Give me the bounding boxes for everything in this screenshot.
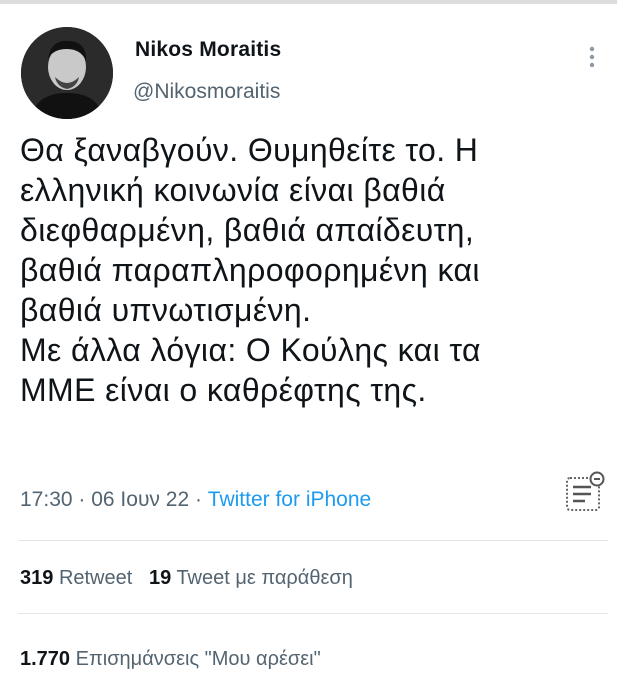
retweets-label: Retweet — [58, 567, 133, 589]
author-handle[interactable]: @Nikosmoraitis — [133, 80, 280, 104]
avatar[interactable] — [21, 27, 113, 119]
tweet-line: βαθιά παραπληροφορημένη και — [20, 252, 480, 288]
retweets-count: 319 — [20, 567, 54, 589]
quotes-stat[interactable]: 19 Tweet με παράθεση — [149, 567, 353, 589]
engagement-row: 319 Retweet 19 Tweet με παράθεση — [20, 567, 353, 590]
tweet-line: διεφθαρμένη, βαθιά απαίδευτη, — [20, 212, 475, 248]
likes-count: 1.770 — [20, 648, 71, 670]
tweet-time[interactable]: 17:30 — [20, 488, 73, 511]
divider — [18, 613, 608, 614]
tweet-line: βαθιά υπνωτισμένη. — [20, 292, 312, 328]
meta-separator: · — [189, 488, 208, 511]
tweet-date[interactable]: 06 Ιουν 22 — [91, 488, 189, 511]
divider — [18, 540, 608, 541]
likes-stat[interactable]: 1.770 Επισημάνσεις "Μου αρέσει" — [20, 648, 321, 670]
tweet-meta: 17:30 · 06 Ιουν 22 · Twitter for iPhone — [20, 488, 371, 512]
tweet-source-link[interactable]: Twitter for iPhone — [208, 488, 371, 511]
retweets-stat[interactable]: 319 Retweet — [20, 567, 132, 589]
quotes-count: 19 — [148, 567, 172, 589]
tweet-line: ελληνική κοινωνία είναι βαθιά — [20, 172, 446, 208]
author-name[interactable]: Nikos Moraitis — [135, 38, 281, 62]
more-vertical-icon[interactable] — [582, 42, 602, 76]
likes-label: Επισημάνσεις "Μου αρέσει" — [75, 648, 321, 670]
likes-row: 1.770 Επισημάνσεις "Μου αρέσει" — [20, 648, 321, 671]
tweet-line: Θα ξαναβγούν. Θυμηθείτε το. Η — [20, 132, 479, 168]
note-icon — [563, 470, 607, 514]
quotes-label: Tweet με παράθεση — [176, 567, 353, 589]
tweet-line: ΜΜΕ είναι ο καθρέφτης της. — [20, 372, 427, 408]
meta-separator: · — [72, 488, 92, 511]
tweet-line: Με άλλα λόγια: Ο Κούλης και τα — [20, 332, 481, 368]
tweet-text: Θα ξαναβγούν. Θυμηθείτε το. Η ελληνική κ… — [20, 130, 610, 410]
top-border — [0, 0, 617, 4]
